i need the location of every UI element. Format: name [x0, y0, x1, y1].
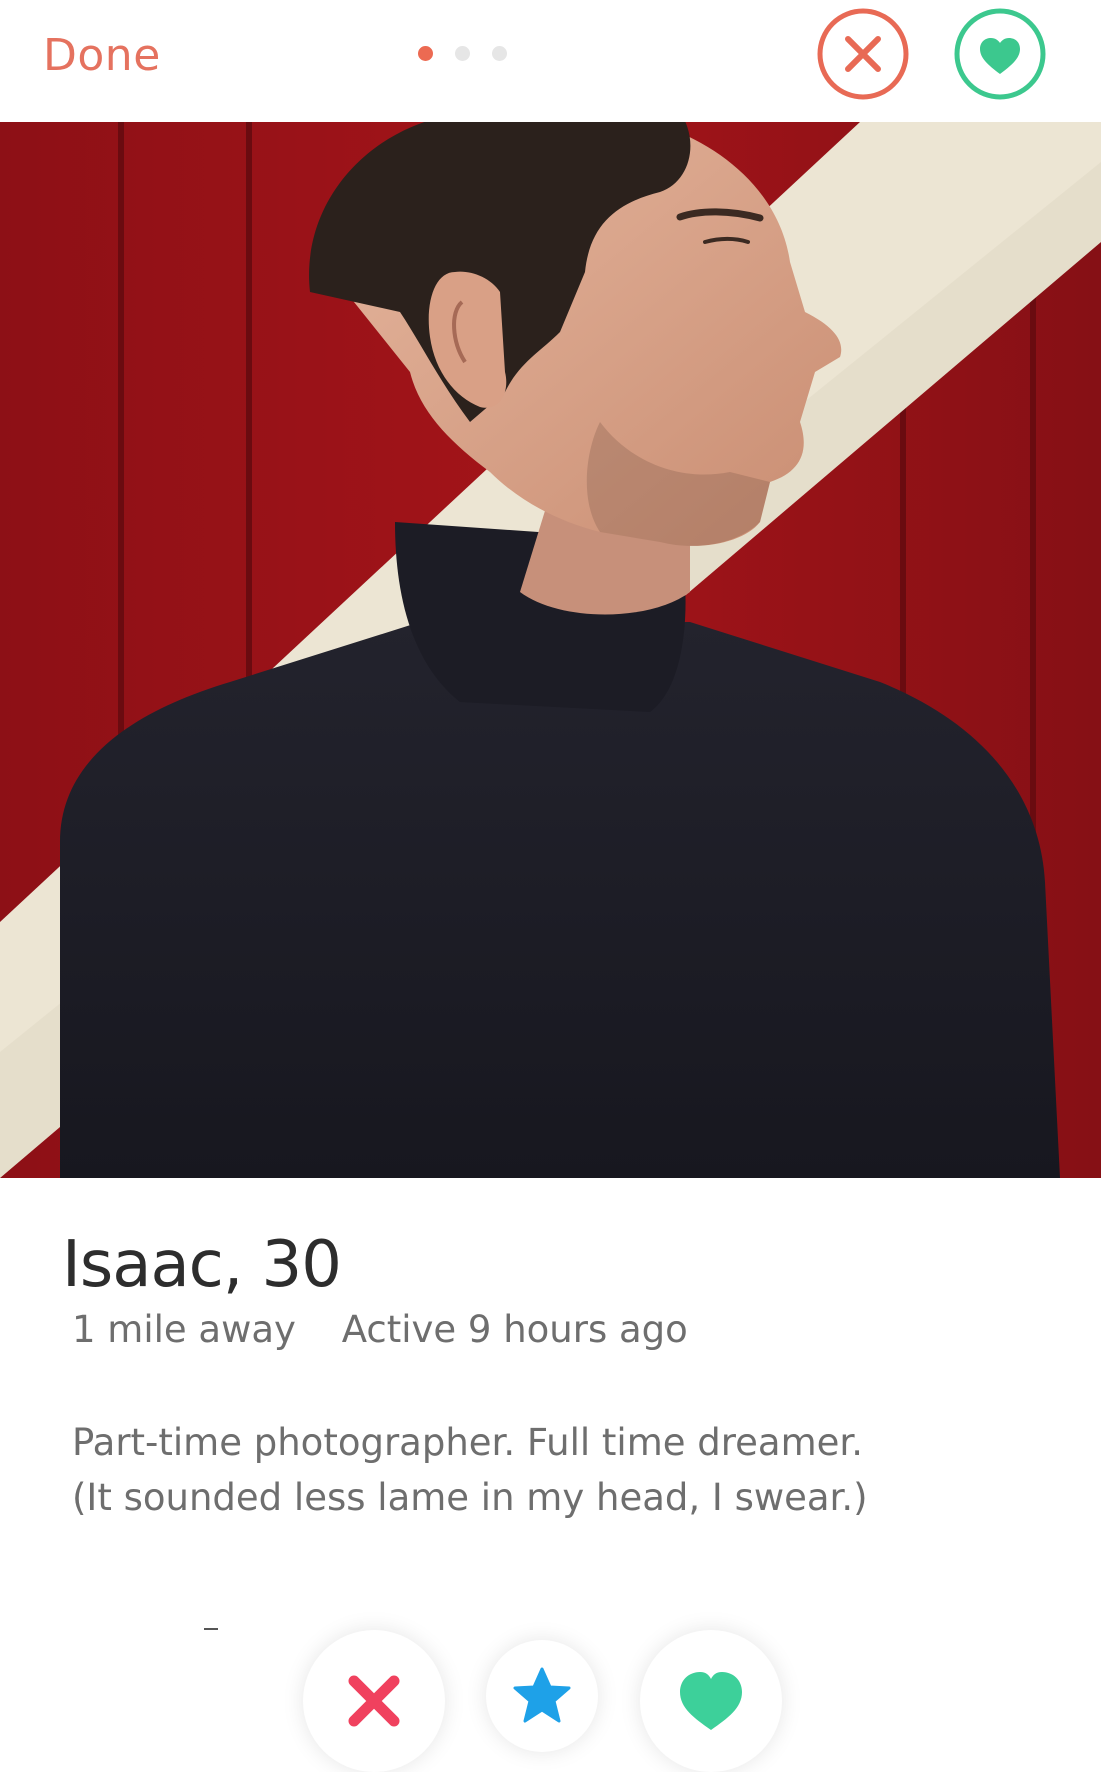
profile-bio: Part-time photographer. Full time dreame…	[72, 1415, 1032, 1525]
like-header-button[interactable]	[952, 6, 1048, 102]
heart-circle-icon	[954, 8, 1046, 100]
nope-button[interactable]	[303, 1630, 445, 1772]
activity-text: Active 9 hours ago	[341, 1308, 688, 1351]
done-button[interactable]: Done	[43, 30, 161, 81]
bio-line: Part-time photographer. Full time dreame…	[72, 1421, 863, 1464]
like-button[interactable]	[640, 1630, 782, 1772]
page-dot[interactable]	[455, 46, 470, 61]
close-circle-icon	[817, 8, 909, 100]
divider-mark	[204, 1628, 218, 1630]
heart-icon	[680, 1672, 742, 1730]
page-dot-active[interactable]	[418, 46, 433, 61]
distance-text: 1 mile away	[72, 1308, 296, 1351]
close-icon	[348, 1675, 400, 1727]
nope-header-button[interactable]	[815, 6, 911, 102]
profile-photo-image	[0, 122, 1101, 1178]
page-dot[interactable]	[492, 46, 507, 61]
profile-meta: 1 mile away Active 9 hours ago	[72, 1308, 688, 1351]
profile-name-age: Isaac, 30	[62, 1228, 342, 1302]
profile-photo[interactable]	[0, 122, 1101, 1178]
bio-line: (It sounded less lame in my head, I swea…	[72, 1476, 868, 1519]
star-icon	[513, 1667, 571, 1723]
photo-page-indicator	[418, 46, 507, 61]
super-like-button[interactable]	[486, 1640, 598, 1752]
header-bar: Done	[0, 0, 1101, 122]
